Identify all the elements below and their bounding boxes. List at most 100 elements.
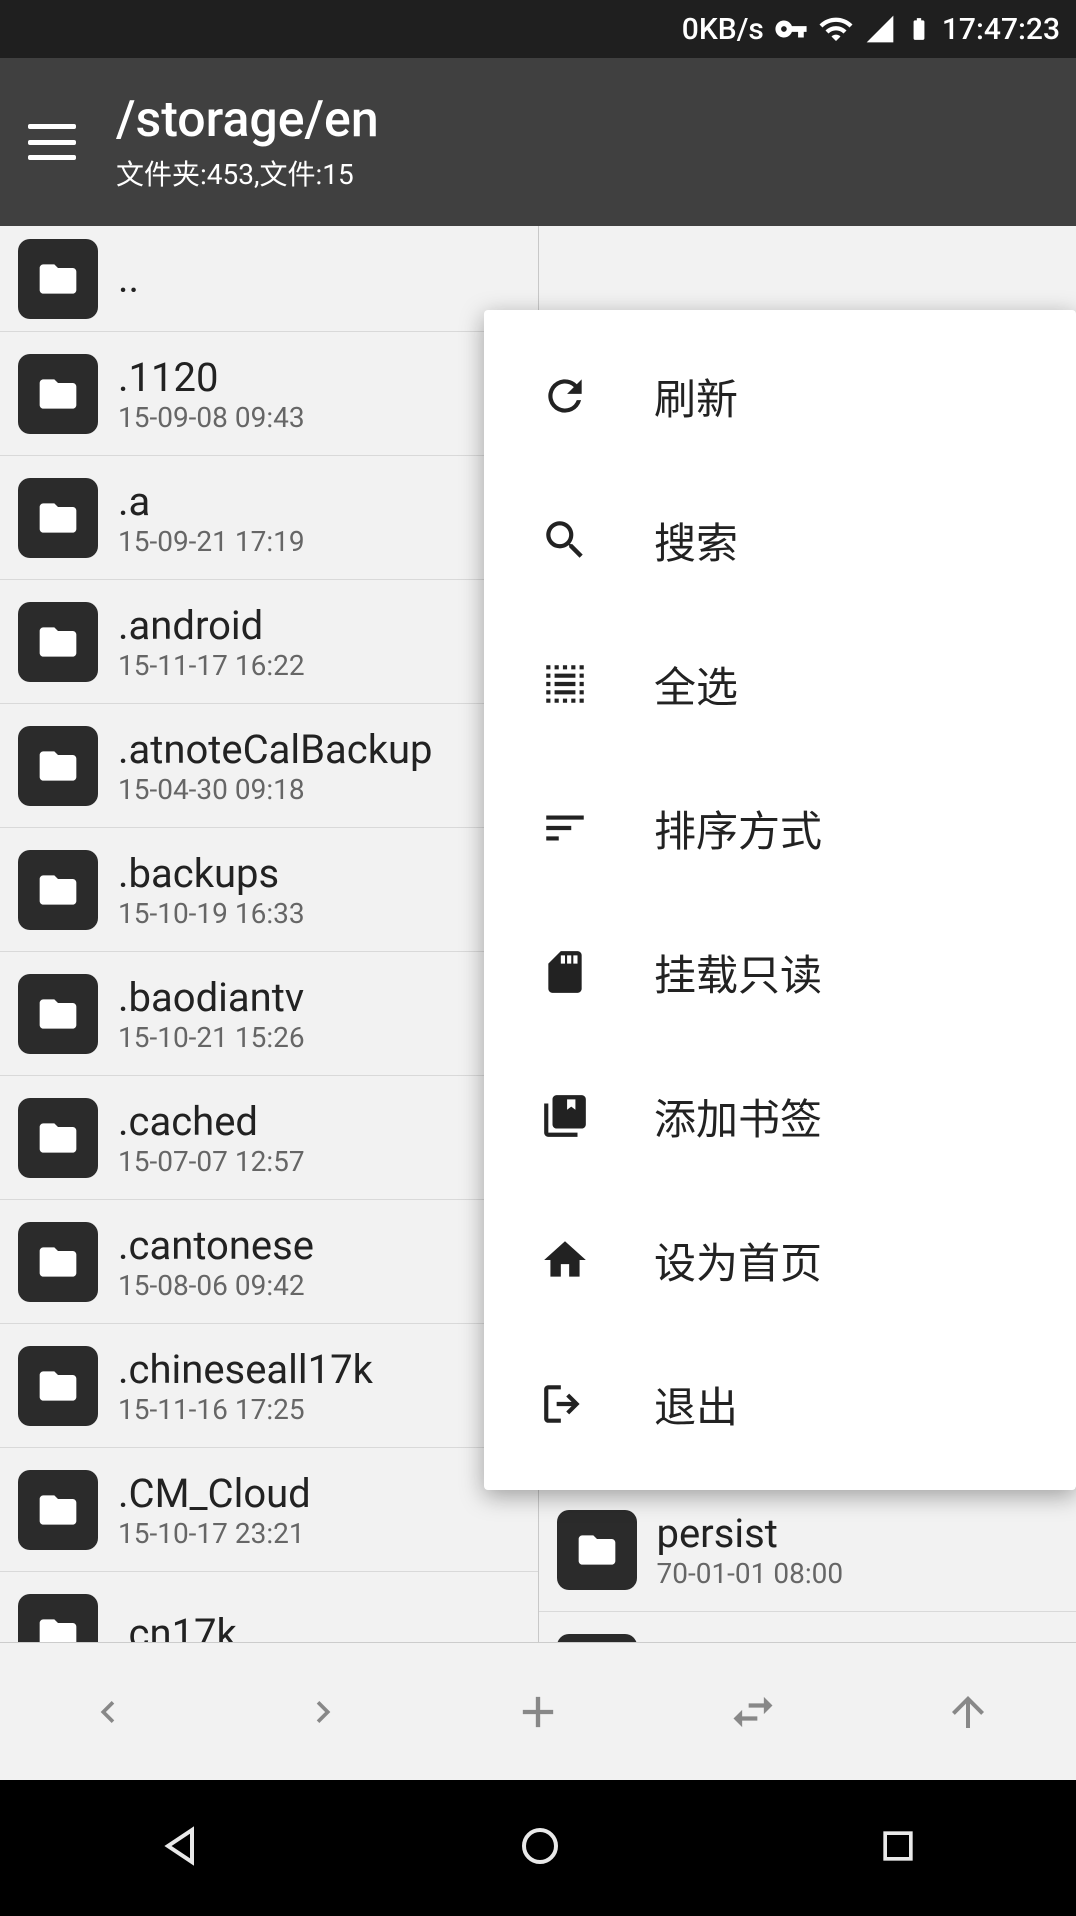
folder-icon [18, 974, 98, 1054]
list-item[interactable]: .baodiantv15-10-21 15:26 [0, 952, 538, 1076]
status-bar: 0KB/s 17:47:23 [0, 0, 1076, 58]
folder-icon [18, 1098, 98, 1178]
folder-name: .cantonese [118, 1222, 314, 1269]
folder-date: 70-01-01 08:00 [657, 1557, 844, 1590]
folder-name: .a [118, 478, 305, 525]
list-item[interactable]: proc [539, 1612, 1076, 1642]
folder-name: .. [118, 255, 139, 302]
folder-name: .CM_Cloud [118, 1470, 311, 1517]
list-item[interactable]: .android15-11-17 16:22 [0, 580, 538, 704]
folder-name: .baodiantv [118, 974, 305, 1021]
folder-icon [18, 602, 98, 682]
menu-set-home[interactable]: 设为首页 [484, 1188, 1076, 1332]
folder-icon [18, 726, 98, 806]
folder-name: .android [118, 602, 305, 649]
wifi-icon [818, 11, 854, 47]
list-item[interactable]: .chineseall17k15-11-16 17:25 [0, 1324, 538, 1448]
menu-search[interactable]: 搜索 [484, 468, 1076, 612]
system-nav-bar [0, 1780, 1076, 1916]
menu-label: 搜索 [654, 510, 738, 571]
folder-icon [18, 1222, 98, 1302]
nav-recent[interactable] [876, 1824, 920, 1872]
vpn-key-icon [774, 12, 808, 46]
add-button[interactable] [430, 1643, 645, 1780]
sd-card-icon [540, 947, 590, 997]
folder-name: .atnoteCalBackup [118, 726, 433, 773]
folder-icon [18, 1346, 98, 1426]
arrow-up-icon [944, 1688, 992, 1736]
menu-exit[interactable]: 退出 [484, 1332, 1076, 1476]
content-area: .. .112015-09-08 09:43.a15-09-21 17:19.a… [0, 226, 1076, 1642]
cell-signal-icon [864, 13, 896, 45]
menu-button[interactable] [28, 124, 76, 160]
battery-icon [906, 11, 932, 47]
path-subtitle: 文件夹:453,文件:15 [116, 153, 379, 193]
nav-home-icon [516, 1822, 564, 1870]
folder-date: 15-10-17 23:21 [118, 1517, 311, 1550]
folder-icon [18, 1594, 98, 1643]
folder-icon [18, 850, 98, 930]
nav-recent-icon [876, 1824, 920, 1868]
menu-label: 添加书签 [654, 1086, 822, 1147]
parent-dir-row[interactable]: .. [0, 226, 538, 332]
folder-date: 15-08-06 09:42 [118, 1269, 314, 1302]
chevron-right-icon [301, 1690, 345, 1734]
list-item[interactable]: .cantonese15-08-06 09:42 [0, 1200, 538, 1324]
menu-mount-ro[interactable]: 挂载只读 [484, 900, 1076, 1044]
network-speed: 0KB/s [682, 12, 764, 47]
exit-icon [540, 1379, 590, 1429]
list-item[interactable]: .atnoteCalBackup15-04-30 09:18 [0, 704, 538, 828]
menu-refresh[interactable]: 刷新 [484, 324, 1076, 468]
select-all-icon [540, 659, 590, 709]
home-icon [540, 1235, 590, 1285]
menu-sort[interactable]: 排序方式 [484, 756, 1076, 900]
list-item[interactable]: .cn17k [0, 1572, 538, 1642]
folder-icon [18, 1470, 98, 1550]
sort-icon [540, 803, 590, 853]
menu-label: 设为首页 [654, 1230, 822, 1291]
list-item[interactable]: .CM_Cloud15-10-17 23:21 [0, 1448, 538, 1572]
folder-date: 15-04-30 09:18 [118, 773, 433, 806]
folder-name: .1120 [118, 354, 305, 401]
folder-icon [557, 1634, 637, 1643]
folder-name: .backups [118, 850, 305, 897]
list-item[interactable]: persist70-01-01 08:00 [539, 1488, 1076, 1612]
folder-date: 15-10-21 15:26 [118, 1021, 305, 1054]
swap-button[interactable] [646, 1643, 861, 1780]
nav-home[interactable] [516, 1822, 564, 1874]
menu-label: 排序方式 [654, 798, 822, 859]
folder-name: .chineseall17k [118, 1346, 373, 1393]
folder-icon [18, 478, 98, 558]
menu-add-bookmark[interactable]: 添加书签 [484, 1044, 1076, 1188]
list-item[interactable]: .112015-09-08 09:43 [0, 332, 538, 456]
nav-back[interactable] [156, 1822, 204, 1874]
folder-icon [18, 239, 98, 319]
folder-name: .cached [118, 1098, 305, 1145]
bookmark-icon [540, 1091, 590, 1141]
folder-name: persist [657, 1510, 844, 1557]
nav-back-button[interactable] [0, 1643, 215, 1780]
folder-date: 15-09-08 09:43 [118, 401, 305, 434]
list-item[interactable]: .backups15-10-19 16:33 [0, 828, 538, 952]
clock: 17:47:23 [942, 12, 1060, 47]
menu-label: 退出 [654, 1374, 738, 1435]
menu-label: 挂载只读 [654, 942, 822, 1003]
bottom-toolbar [0, 1642, 1076, 1780]
chevron-left-icon [86, 1690, 130, 1734]
menu-label: 刷新 [654, 366, 738, 427]
folder-icon [18, 354, 98, 434]
left-pane[interactable]: .. .112015-09-08 09:43.a15-09-21 17:19.a… [0, 226, 538, 1642]
folder-date: 15-10-19 16:33 [118, 897, 305, 930]
folder-date: 15-11-16 17:25 [118, 1393, 373, 1426]
swap-icon [727, 1686, 779, 1738]
folder-name: .cn17k [118, 1610, 237, 1642]
nav-forward-button[interactable] [215, 1643, 430, 1780]
app-bar: /storage/en 文件夹:453,文件:15 [0, 58, 1076, 226]
list-item[interactable]: .a15-09-21 17:19 [0, 456, 538, 580]
list-item[interactable]: .cached15-07-07 12:57 [0, 1076, 538, 1200]
menu-select-all[interactable]: 全选 [484, 612, 1076, 756]
up-button[interactable] [861, 1643, 1076, 1780]
overflow-menu: 刷新 搜索 全选 排序方式 挂载只读 添加书签 设为首页 退出 [484, 310, 1076, 1490]
nav-back-icon [156, 1822, 204, 1870]
search-icon [540, 515, 590, 565]
